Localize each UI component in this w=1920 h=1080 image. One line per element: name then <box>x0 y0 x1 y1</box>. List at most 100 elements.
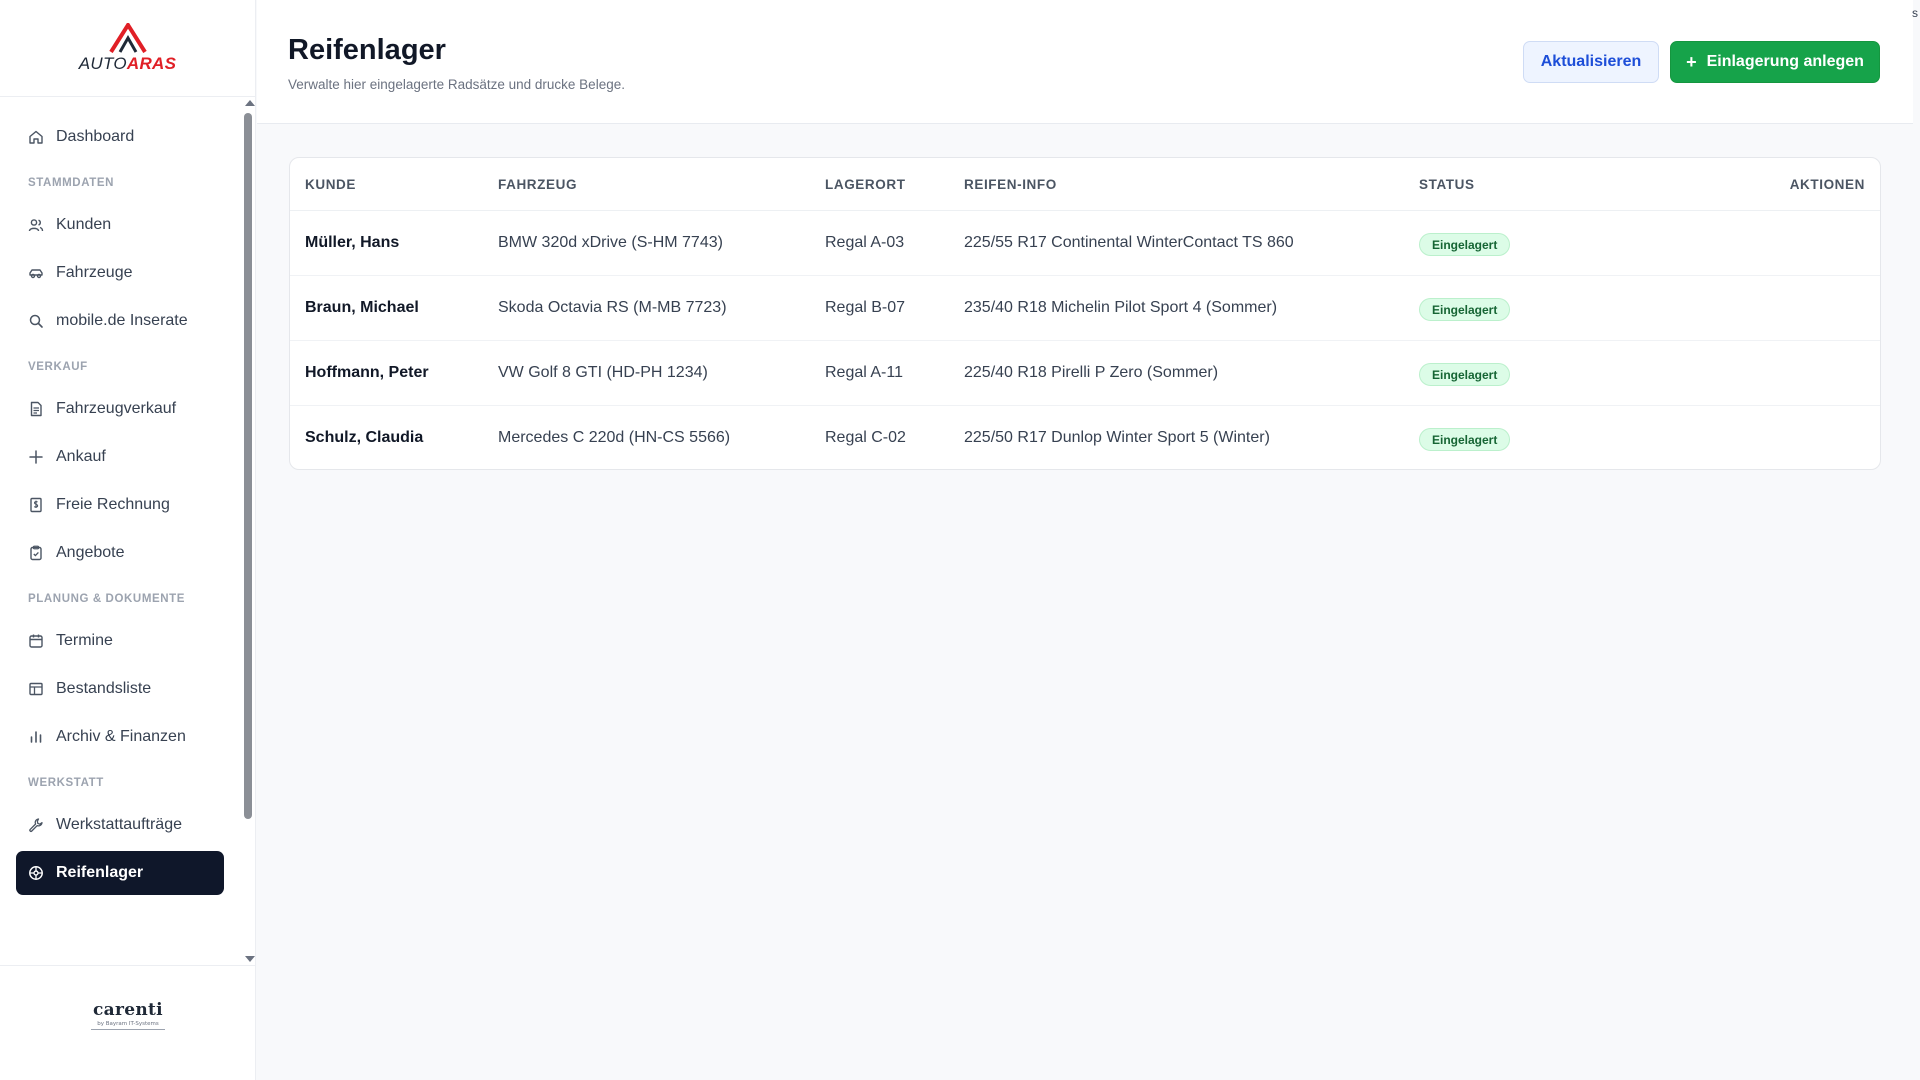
sidebar-divider <box>0 965 256 966</box>
car-icon <box>28 265 44 281</box>
status-badge: Eingelagert <box>1419 233 1511 256</box>
sidebar-section-stammdaten: STAMMDATEN <box>28 177 115 189</box>
wrench-icon <box>28 817 44 833</box>
corner-text: s <box>1912 6 1918 20</box>
cell-reifen-info: 235/40 R18 Michelin Pilot Sport 4 (Somme… <box>964 299 1278 316</box>
sidebar-item-label: Reifenlager <box>56 864 144 881</box>
sidebar-item-kunden[interactable]: Kunden <box>16 203 224 247</box>
cell-kunde: Braun, Michael <box>305 299 419 316</box>
sidebar-item-label: Bestandsliste <box>56 680 152 697</box>
column-header-status: STATUS <box>1419 177 1475 192</box>
column-header-reifen-info: REIFEN-INFO <box>964 177 1057 192</box>
sidebar-item-label: Dashboard <box>56 128 135 145</box>
sidebar-item-dashboard[interactable]: Dashboard <box>16 115 224 159</box>
sidebar-item-archiv-finanzen[interactable]: Archiv & Finanzen <box>16 715 224 759</box>
sidebar-item-label: Werkstattaufträge <box>56 816 182 833</box>
table-body: Müller, Hans BMW 320d xDrive (S-HM 7743) R… <box>290 211 1880 469</box>
sidebar-item-label: Termine <box>56 632 113 649</box>
tire-icon <box>28 865 44 881</box>
sidebar-item-fahrzeuge[interactable]: Fahrzeuge <box>16 251 224 295</box>
add-storage-button[interactable]: + Einlagerung anlegen <box>1670 41 1880 83</box>
users-icon <box>28 217 44 233</box>
logo-text: AUTOARAS <box>79 54 177 74</box>
cell-lagerort: Regal A-03 <box>825 234 905 251</box>
brand-name: carenti <box>93 1000 163 1020</box>
scroll-thumb[interactable] <box>244 113 252 819</box>
cell-kunde: Hoffmann, Peter <box>305 364 429 381</box>
brand-footer: carenti by Bayram IT-Systems <box>0 1000 256 1030</box>
cell-fahrzeug: Mercedes C 220d (HN-CS 5566) <box>498 429 731 446</box>
logo-text-aras: ARAS <box>126 53 177 73</box>
sidebar-item-label: Freie Rechnung <box>56 496 170 513</box>
plus-icon <box>28 449 44 465</box>
sidebar-item-label: Fahrzeuge <box>56 264 133 281</box>
cell-kunde: Müller, Hans <box>305 234 400 251</box>
sidebar-scrollbar[interactable] <box>243 97 255 965</box>
table-row[interactable]: Schulz, Claudia Mercedes C 220d (HN-CS 55… <box>290 406 1880 469</box>
cell-fahrzeug: Skoda Octavia RS (M-MB 7723) <box>498 299 727 316</box>
column-header-fahrzeug: FAHRZEUG <box>498 177 578 192</box>
sidebar-item-freie-rechnung[interactable]: Freie Rechnung <box>16 483 224 527</box>
clipboard-icon <box>28 545 44 561</box>
table-row[interactable]: Hoffmann, Peter VW Golf 8 GTI (HD-PH 1234… <box>290 341 1880 406</box>
cell-kunde: Schulz, Claudia <box>305 429 424 446</box>
sidebar: AUTOARAS Dashboard STAMMDATEN Kunden Fahrze… <box>0 0 256 1080</box>
add-storage-button-label: Einlagerung anlegen <box>1706 53 1864 70</box>
table-icon <box>28 681 44 697</box>
cell-reifen-info: 225/55 R17 Continental WinterContact TS … <box>964 234 1294 251</box>
cell-fahrzeug: BMW 320d xDrive (S-HM 7743) <box>498 234 723 251</box>
logo-text-auto: AUTO <box>78 53 127 73</box>
refresh-button[interactable]: Aktualisieren <box>1523 41 1659 83</box>
sidebar-item-label: mobile.de Inserate <box>56 312 188 329</box>
table-row[interactable]: Müller, Hans BMW 320d xDrive (S-HM 7743) R… <box>290 211 1880 276</box>
scroll-down-arrow-icon[interactable] <box>245 956 255 962</box>
sidebar-item-angebote[interactable]: Angebote <box>16 531 224 575</box>
table-row[interactable]: Braun, Michael Skoda Octavia RS (M-MB 772… <box>290 276 1880 341</box>
sidebar-item-termine[interactable]: Termine <box>16 619 224 663</box>
refresh-button-label: Aktualisieren <box>1540 53 1642 70</box>
column-header-aktionen: AKTIONEN <box>1789 177 1865 192</box>
logo-mark-icon <box>108 22 147 53</box>
sidebar-item-label: Ankauf <box>56 448 106 465</box>
tire-storage-table: KUNDE FAHRZEUG LAGERORT REIFEN-INFO STAT… <box>289 157 1881 470</box>
sidebar-item-werkstattauftraege[interactable]: Werkstattaufträge <box>16 803 224 847</box>
sidebar-item-label: Angebote <box>56 544 125 561</box>
plus-icon: + <box>1686 51 1697 72</box>
sidebar-section-werkstatt: WERKSTATT <box>28 777 104 789</box>
sidebar-item-label: Kunden <box>56 216 112 233</box>
cell-reifen-info: 225/50 R17 Dunlop Winter Sport 5 (Winter… <box>964 429 1270 446</box>
sidebar-item-label: Archiv & Finanzen <box>56 728 186 745</box>
sidebar-item-ankauf[interactable]: Ankauf <box>16 435 224 479</box>
search-icon <box>28 313 44 329</box>
cell-lagerort: Regal C-02 <box>825 429 906 446</box>
status-badge: Eingelagert <box>1419 298 1511 321</box>
sidebar-item-mobile-de-inserate[interactable]: mobile.de Inserate <box>16 299 224 343</box>
invoice-icon <box>28 497 44 513</box>
home-icon <box>28 129 44 145</box>
column-header-kunde: KUNDE <box>305 177 357 192</box>
sidebar-nav-scroll: Dashboard STAMMDATEN Kunden Fahrzeuge mobile… <box>0 97 256 965</box>
page-title: Reifenlager <box>288 34 446 66</box>
table-header: KUNDE FAHRZEUG LAGERORT REIFEN-INFO STAT… <box>290 158 1880 211</box>
bar-chart-icon <box>28 729 44 745</box>
sidebar-nav: Dashboard STAMMDATEN Kunden Fahrzeuge mobile… <box>0 97 240 895</box>
sidebar-item-bestandsliste[interactable]: Bestandsliste <box>16 667 224 711</box>
cell-reifen-info: 225/40 R18 Pirelli P Zero (Sommer) <box>964 364 1219 381</box>
status-badge: Eingelagert <box>1419 363 1511 386</box>
page-header: Reifenlager Verwalte hier eingelagerte R… <box>257 0 1913 124</box>
cell-fahrzeug: VW Golf 8 GTI (HD-PH 1234) <box>498 364 708 381</box>
document-icon <box>28 401 44 417</box>
scroll-up-arrow-icon[interactable] <box>245 100 255 106</box>
calendar-icon <box>28 633 44 649</box>
sidebar-item-label: Fahrzeugverkauf <box>56 400 177 417</box>
sidebar-section-verkauf: VERKAUF <box>28 361 88 373</box>
column-header-lagerort: LAGERORT <box>825 177 906 192</box>
brand-subtitle: by Bayram IT-Systems <box>91 1021 165 1030</box>
sidebar-item-fahrzeugverkauf[interactable]: Fahrzeugverkauf <box>16 387 224 431</box>
cell-lagerort: Regal A-11 <box>825 364 903 381</box>
status-badge: Eingelagert <box>1419 428 1511 451</box>
sidebar-item-reifenlager[interactable]: Reifenlager <box>16 851 224 895</box>
cell-lagerort: Regal B-07 <box>825 299 906 316</box>
sidebar-section-planung-dokumente: PLANUNG & DOKUMENTE <box>28 593 186 605</box>
logo[interactable]: AUTOARAS <box>0 0 255 97</box>
